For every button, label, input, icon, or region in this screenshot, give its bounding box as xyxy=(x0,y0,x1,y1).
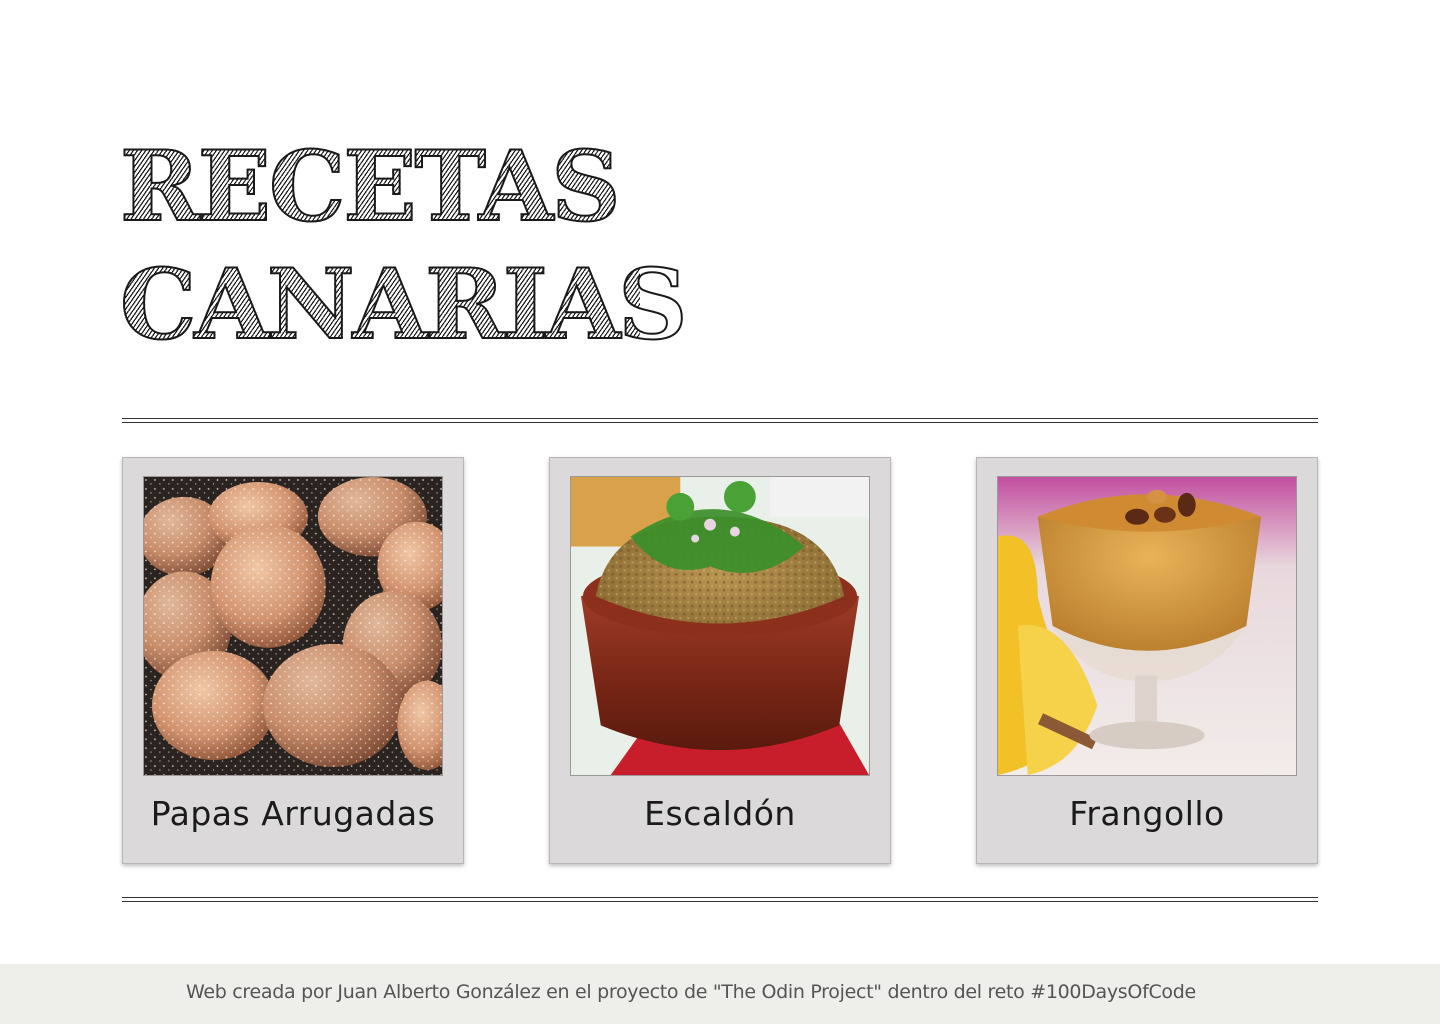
recipe-card-escaldon[interactable]: Escaldón xyxy=(549,457,891,864)
bottom-divider xyxy=(122,897,1318,902)
recipe-name: Escaldón xyxy=(644,794,796,833)
frangollo-photo[interactable] xyxy=(997,476,1297,776)
page-title-line-1: RECETAS xyxy=(119,128,640,246)
footer-credits: Web creada por Juan Alberto González en … xyxy=(186,981,1196,1003)
recipe-name: Papas Arrugadas xyxy=(150,794,436,833)
page-title: RECETAS CANARIAS xyxy=(119,128,689,364)
recipe-card-frangollo[interactable]: Frangollo xyxy=(976,457,1318,864)
page-title-line-2: CANARIAS xyxy=(119,246,689,364)
footer: Web creada por Juan Alberto González en … xyxy=(0,964,1440,1024)
recipe-card-papas-arrugadas[interactable]: Papas Arrugadas xyxy=(122,457,464,864)
recipe-name: Frangollo xyxy=(1069,794,1225,833)
escaldon-photo[interactable] xyxy=(570,476,870,776)
papas-arrugadas-photo[interactable] xyxy=(143,476,443,776)
top-divider xyxy=(122,418,1318,423)
recipe-gallery: Papas Arrugadas Escaldón Frangollo xyxy=(122,457,1318,864)
